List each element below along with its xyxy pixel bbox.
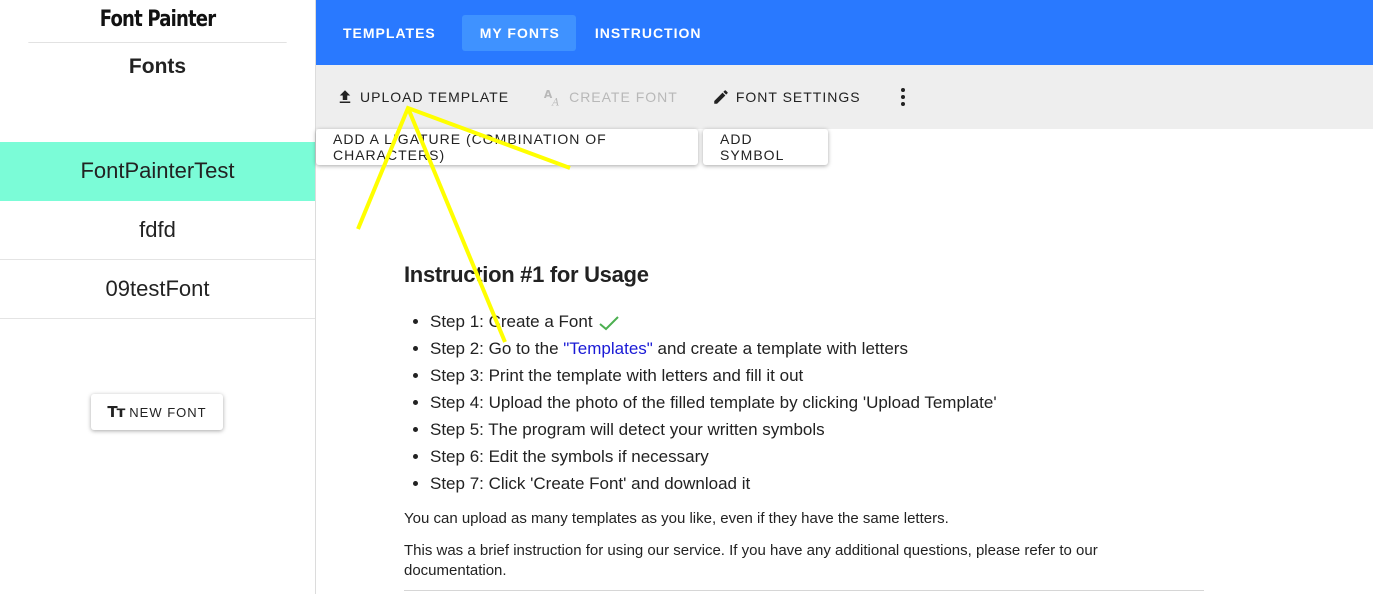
- font-settings-label: FONT SETTINGS: [735, 89, 861, 105]
- step-text: Step 2: Go to the: [430, 339, 564, 358]
- tab-templates[interactable]: TEMPLATES: [332, 15, 454, 51]
- instruction-section: Instruction #1 for Usage Step 1: Create …: [404, 262, 1204, 581]
- instruction-title: Instruction #1 for Usage: [404, 262, 649, 287]
- step-item: Step 3: Print the template with letters …: [430, 362, 1204, 389]
- tab-my-fonts[interactable]: MY FONTS: [461, 14, 576, 51]
- app-brand: Font Painter: [28, 0, 287, 43]
- step-item: Step 6: Edit the symbols if necessary: [430, 443, 1204, 470]
- text-size-icon: Tт: [107, 403, 125, 421]
- create-font-label: CREATE FONT: [569, 89, 678, 105]
- new-font-button[interactable]: Tт NEW FONT: [91, 394, 223, 430]
- step-item: Step 4: Upload the photo of the filled t…: [430, 389, 1204, 416]
- create-font-button[interactable]: A A CREATE FONT: [543, 87, 678, 107]
- font-list: FontPainterTest fdfd 09testFont: [0, 142, 315, 319]
- fonts-heading: Fonts: [128, 55, 187, 78]
- divider: [404, 590, 1204, 591]
- font-download-icon: A A: [544, 88, 560, 107]
- tab-instruction[interactable]: INSTRUCTION: [584, 15, 720, 51]
- step-item: Step 2: Go to the "Templates" and create…: [430, 335, 1204, 362]
- add-symbol-button[interactable]: ADD SYMBOL: [703, 129, 828, 165]
- new-font-label: NEW FONT: [129, 404, 207, 420]
- check-icon: [598, 315, 619, 330]
- font-item-09testfont[interactable]: 09testFont: [0, 260, 315, 319]
- step-text: Step 1: Create a Font: [430, 312, 593, 331]
- font-settings-button[interactable]: FONT SETTINGS: [712, 88, 861, 106]
- templates-link[interactable]: "Templates": [563, 339, 653, 358]
- sidebar: Font Painter Fonts FontPainterTest fdfd …: [0, 0, 316, 594]
- font-item-fontpaintertest[interactable]: FontPainterTest: [0, 142, 315, 201]
- app-root: Font Painter Fonts FontPainterTest fdfd …: [0, 0, 1373, 594]
- action-row: ADD A LIGATURE (COMBINATION OF CHARACTER…: [316, 129, 828, 165]
- step-item: Step 5: The program will detect your wri…: [430, 416, 1204, 443]
- instruction-steps: Step 1: Create a Font Step 2: Go to the …: [404, 308, 1204, 497]
- pencil-icon: [714, 90, 728, 104]
- font-toolbar: UPLOAD TEMPLATE A A CREATE FONT FONT SET…: [316, 65, 1373, 129]
- upload-template-button[interactable]: UPLOAD TEMPLATE: [336, 88, 509, 106]
- step-item: Step 7: Click 'Create Font' and download…: [430, 470, 1204, 497]
- font-item-fdfd[interactable]: fdfd: [0, 201, 315, 260]
- svg-text:A: A: [551, 97, 560, 107]
- instruction-note: This was a brief instruction for using o…: [404, 542, 1098, 579]
- upload-icon: [339, 90, 351, 103]
- step-item: Step 1: Create a Font: [430, 308, 1204, 335]
- upload-template-label: UPLOAD TEMPLATE: [360, 89, 510, 105]
- step-text: and create a template with letters: [652, 339, 908, 358]
- add-ligature-button[interactable]: ADD A LIGATURE (COMBINATION OF CHARACTER…: [316, 129, 698, 165]
- top-nav: TEMPLATES MY FONTS INSTRUCTION: [316, 0, 1373, 65]
- more-vert-icon[interactable]: [893, 83, 913, 111]
- instruction-note: You can upload as many templates as you …: [404, 510, 949, 527]
